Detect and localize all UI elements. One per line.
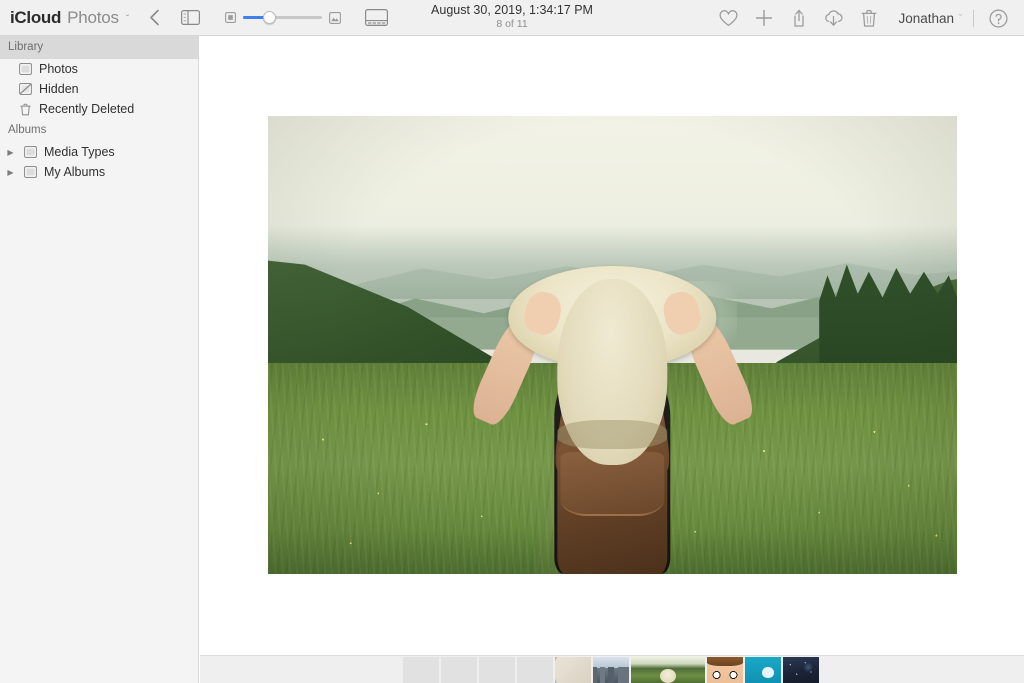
small-thumbnail-icon[interactable] [225,12,237,23]
filmstrip-view-icon [364,9,388,26]
toolbar-divider [973,9,974,27]
filmstrip-bar [200,655,1024,683]
brand[interactable]: iCloud Photos ˇ [0,8,129,28]
add-button[interactable] [746,0,781,36]
favorite-button[interactable] [711,0,746,36]
sidebar-item-my-albums[interactable]: ▶ My Albums [0,162,198,182]
hidden-photo-icon [18,82,32,96]
toolbar: iCloud Photos ˇ August 30, 2019, 1:34:17… [0,0,1024,36]
thumb-map[interactable] [555,657,591,683]
account-menu[interactable]: Jonathan ˇ [886,11,966,26]
trash-icon [18,102,32,116]
thumb-empty-4[interactable] [517,657,553,683]
back-chevron-icon [149,9,160,26]
disclosure-triangle-icon[interactable]: ▶ [5,148,16,157]
plus-icon [755,9,773,27]
thumb-face[interactable] [707,657,743,683]
thumb-night[interactable] [783,657,819,683]
sidebar-toggle-button[interactable] [173,0,207,36]
zoom-slider-group[interactable] [225,11,342,25]
delete-button[interactable] [851,0,886,36]
sidebar-item-photos[interactable]: Photos [0,59,198,79]
zoom-slider[interactable] [243,11,323,25]
sidebar-item-media-types[interactable]: ▶ Media Types [0,142,198,162]
chevron-down-icon: ˇ [959,13,962,23]
toolbar-actions: Jonathan ˇ [711,0,1016,36]
thumb-city[interactable] [593,657,629,683]
chevron-down-icon[interactable]: ˇ [126,14,129,25]
trash-icon [861,9,877,28]
main-photo[interactable] [268,116,957,574]
help-circle-icon [989,8,1008,28]
folder-icon [23,145,37,159]
sidebar: Library Photos Hidden Recently Deleted A… [0,36,199,683]
slider-knob[interactable] [262,11,276,24]
sidebar-item-hidden[interactable]: Hidden [0,79,198,99]
download-button[interactable] [816,0,851,36]
thumb-meadow[interactable] [631,657,705,683]
sidebar-item-label: Media Types [44,145,115,159]
sidebar-item-label: My Albums [44,165,106,179]
folder-icon [23,165,37,179]
thumb-empty-2[interactable] [441,657,477,683]
view-mode-button[interactable] [359,0,393,36]
thumb-empty-1[interactable] [403,657,439,683]
share-icon [791,9,807,28]
sidebar-section-albums[interactable]: Albums [0,119,198,142]
cloud-download-icon [823,9,844,27]
photo-icon [18,62,32,76]
sidebar-toggle-icon [180,10,200,25]
account-name-label: Jonathan [898,10,954,26]
thumb-cyan[interactable] [745,657,781,683]
sidebar-item-label: Hidden [39,82,79,96]
help-button[interactable] [981,0,1016,36]
photo-viewer [200,36,1024,655]
disclosure-triangle-icon[interactable]: ▶ [5,168,16,177]
icloud-photos-window: iCloud Photos ˇ August 30, 2019, 1:34:17… [0,0,1024,683]
sidebar-section-library[interactable]: Library [0,36,198,59]
filmstrip-thumbnails [403,657,821,683]
share-button[interactable] [781,0,816,36]
brand-icloud-label: iCloud [10,7,62,27]
sidebar-item-label: Photos [39,62,78,76]
thumb-empty-3[interactable] [479,657,515,683]
back-button[interactable] [137,0,171,36]
photo-vignette [268,116,957,574]
photo-canvas [268,116,957,574]
large-thumbnail-icon[interactable] [329,11,342,24]
brand-app-label: Photos [67,7,119,27]
heart-icon [719,9,738,27]
sidebar-item-recently-deleted[interactable]: Recently Deleted [0,99,198,119]
sidebar-item-label: Recently Deleted [39,102,135,116]
